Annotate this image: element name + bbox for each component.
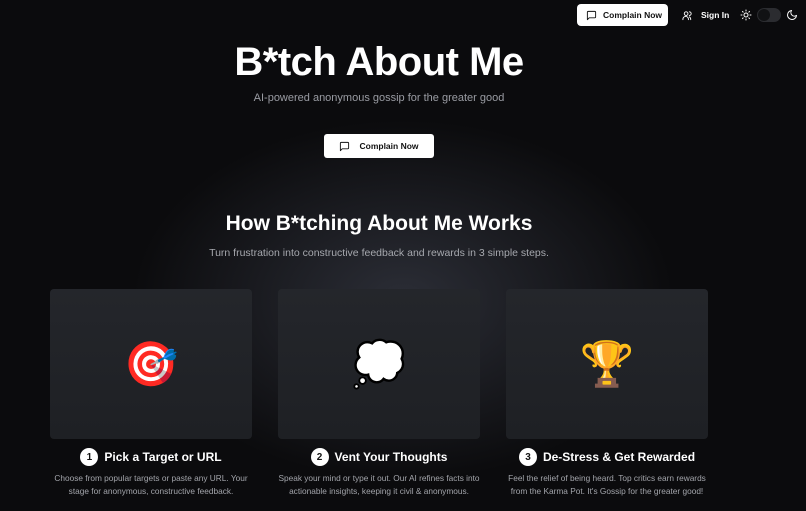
step-description-2: Speak your mind or type it out. Our AI r…: [278, 473, 480, 496]
thought-bubble-icon: 💭: [351, 340, 407, 389]
nav-complain-button[interactable]: Complain Now: [577, 4, 668, 26]
nav-complain-label: Complain Now: [603, 10, 663, 20]
step-title-text: Pick a Target or URL: [104, 450, 222, 464]
sun-icon: [740, 9, 752, 21]
how-it-works-subtitle: Turn frustration into constructive feedb…: [209, 247, 549, 259]
step-card-1: 🎯: [50, 289, 252, 439]
step-title-2: 2 Vent Your Thoughts: [278, 448, 480, 466]
hero-subtitle: AI-powered anonymous gossip for the grea…: [253, 92, 505, 104]
step-title-text: De-Stress & Get Rewarded: [542, 450, 696, 464]
theme-toggle-knob: [758, 9, 770, 21]
landing-page: Complain Now Sign In B*tch About Me AI-p…: [0, 0, 806, 511]
step-number-badge: 2: [310, 448, 329, 466]
step-title-1: 1 Pick a Target or URL: [50, 448, 252, 466]
step-description-1: Choose from popular targets or paste any…: [54, 473, 248, 496]
how-it-works-title: How B*tching About Me Works: [225, 212, 533, 235]
moon-icon: [786, 9, 798, 21]
message-square-icon: [339, 141, 350, 152]
step-card-2: 💭: [278, 289, 480, 439]
step-card-3: 🏆: [506, 289, 708, 439]
users-icon: [682, 10, 693, 21]
sign-in-label: Sign In: [701, 10, 730, 20]
message-square-icon: [586, 10, 597, 21]
step-title-3: 3 De-Stress & Get Rewarded: [506, 448, 708, 466]
hero-title: B*tch About Me: [234, 40, 524, 84]
step-description-3: Feel the relief of being heard. Top crit…: [508, 473, 706, 496]
step-number-badge: 3: [518, 448, 537, 466]
sign-in-button[interactable]: Sign In: [674, 4, 736, 26]
hero-complain-label: Complain Now: [359, 141, 419, 151]
step-number-badge: 1: [80, 448, 99, 466]
target-icon: 🎯: [123, 340, 179, 389]
trophy-icon: 🏆: [579, 340, 635, 389]
theme-toggle[interactable]: [757, 8, 781, 22]
hero-complain-button[interactable]: Complain Now: [324, 134, 434, 158]
step-title-text: Vent Your Thoughts: [334, 450, 448, 464]
